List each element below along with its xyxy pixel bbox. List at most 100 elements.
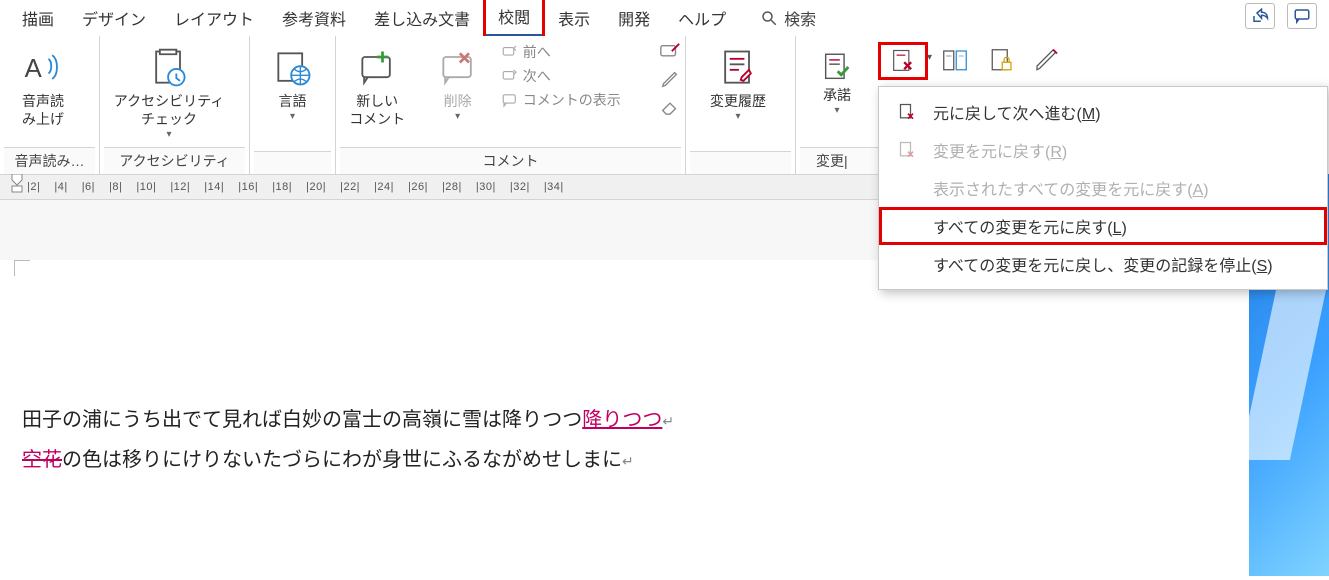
ink-icon — [1032, 46, 1062, 76]
tab-references[interactable]: 参考資料 — [268, 0, 360, 36]
menu-label: すべての変更を元に戻し、変更の記録を停止 — [933, 258, 1251, 275]
reject-next-icon — [897, 101, 919, 123]
accessibility-icon — [147, 44, 191, 92]
chevron-down-icon: ▾ — [834, 104, 839, 117]
group-label-comments: コメント — [340, 147, 681, 174]
delete-comment-button[interactable]: 削除 ▾ — [420, 40, 494, 127]
search-box[interactable]: 検索 — [760, 6, 816, 30]
reject-icon — [889, 47, 917, 75]
menu-mnemonic: R — [1050, 144, 1062, 161]
tab-help[interactable]: ヘルプ — [664, 0, 740, 36]
chevron-down-icon: ▾ — [455, 110, 460, 123]
track-changes-label: 変更履歴 — [710, 92, 766, 110]
group-label-language — [254, 151, 331, 174]
indent-marker-icon[interactable] — [10, 172, 24, 186]
menu-reject-and-next[interactable]: 元に戻して次へ進む(M) — [879, 93, 1327, 131]
ruler-tick: |18| — [272, 181, 292, 193]
ruler-tick: |32| — [510, 181, 530, 193]
document-line[interactable]: 空花の色は移りにけりないたづらにわが身世にふるながめせしまに↵ — [22, 440, 1230, 480]
new-comment-label-1: 新しい — [356, 92, 398, 110]
chevron-down-icon: ▾ — [927, 52, 932, 63]
menu-mnemonic: M — [1082, 106, 1095, 123]
compare-button[interactable] — [938, 44, 972, 78]
reject-icon — [897, 139, 919, 161]
show-comments-button[interactable]: コメントの表示 — [501, 90, 653, 110]
new-comment-label-2: コメント — [349, 110, 405, 128]
search-placeholder: 検索 — [784, 6, 816, 30]
blank-icon — [897, 253, 919, 275]
tab-design[interactable]: デザイン — [68, 0, 160, 36]
new-comment-button[interactable]: 新しい コメント — [340, 40, 414, 132]
menu-label: 元に戻して次へ進む — [933, 106, 1077, 123]
ruler-tick: |24| — [374, 181, 394, 193]
ribbon-tabs: 描画 デザイン レイアウト 参考資料 差し込み文書 校閲 表示 開発 ヘルプ 検… — [0, 0, 1329, 36]
tab-developer[interactable]: 開発 — [604, 0, 664, 36]
search-icon — [760, 9, 778, 27]
next-label: 次へ — [523, 66, 551, 86]
ruler-tick: |4| — [54, 181, 67, 193]
pen-icon[interactable] — [659, 68, 681, 90]
blank-icon — [897, 177, 919, 199]
share-button[interactable] — [1245, 3, 1275, 29]
prev-comment-button[interactable]: 前へ — [501, 42, 653, 62]
ink-button[interactable] — [1030, 44, 1064, 78]
compare-icon — [940, 46, 970, 76]
menu-reject-all[interactable]: すべての変更を元に戻す(L) — [879, 207, 1327, 245]
read-aloud-label-2: み上げ — [22, 110, 64, 128]
accessibility-label-2: チェック — [141, 110, 197, 128]
comments-pane-button[interactable] — [1287, 3, 1317, 29]
tab-review[interactable]: 校閲 — [484, 0, 544, 38]
page[interactable]: 田子の浦にうち出でて見れば白妙の富士の高嶺に雪は降りつつ降りつつ↵ 空花の色は移… — [0, 260, 1250, 580]
read-aloud-label-1: 音声読 — [22, 92, 64, 110]
chevron-down-icon: ▾ — [735, 110, 740, 123]
language-button[interactable]: 言語 ▾ — [254, 40, 331, 127]
group-label-tracking — [690, 151, 791, 174]
accept-button[interactable]: 承諾 ▾ — [806, 44, 868, 121]
tab-view[interactable]: 表示 — [544, 0, 604, 36]
show-comments-icon — [501, 91, 519, 109]
eraser-icon[interactable] — [659, 94, 681, 116]
ruler-tick: |14| — [204, 181, 224, 193]
next-comment-button[interactable]: 次へ — [501, 66, 653, 86]
menu-mnemonic: S — [1257, 258, 1268, 275]
prev-label: 前へ — [523, 42, 551, 62]
menu-reject-all-shown: 表示されたすべての変更を元に戻す(A) — [879, 169, 1327, 207]
track-changes-button[interactable]: 変更履歴 ▾ — [690, 40, 786, 127]
accessibility-check-button[interactable]: アクセシビリティ チェック ▾ — [104, 40, 234, 145]
accept-icon — [820, 48, 854, 86]
tab-mailings[interactable]: 差し込み文書 — [360, 0, 484, 36]
blank-icon — [897, 215, 919, 237]
menu-label: すべての変更を元に戻す — [933, 220, 1107, 237]
menu-reject-all-stop[interactable]: すべての変更を元に戻し、変更の記録を停止(S) — [879, 245, 1327, 283]
tab-draw[interactable]: 描画 — [8, 0, 68, 36]
ruler-tick: |34| — [544, 181, 564, 193]
protect-icon — [986, 46, 1016, 76]
menu-label: 表示されたすべての変更を元に戻す — [933, 182, 1187, 199]
menu-mnemonic: L — [1113, 220, 1122, 237]
ruler-tick: |16| — [238, 181, 258, 193]
ruler-tick: |10| — [136, 181, 156, 193]
next-icon — [501, 67, 519, 85]
menu-label: 変更を元に戻す — [933, 144, 1045, 161]
ruler-tick: |8| — [109, 181, 122, 193]
group-label-accessibility: アクセシビリティ — [104, 147, 245, 174]
prev-icon — [501, 43, 519, 61]
ruler-tick: |12| — [170, 181, 190, 193]
ink-comment-icon[interactable] — [659, 42, 681, 64]
read-aloud-button[interactable]: A 音声読 み上げ — [4, 40, 82, 132]
show-comments-label: コメントの表示 — [523, 90, 621, 110]
read-aloud-icon: A — [21, 44, 65, 92]
ruler-tick: |30| — [476, 181, 496, 193]
ruler-tick: |2| — [27, 181, 40, 193]
page-corner-icon — [14, 260, 30, 276]
text-run: 田子の浦にうち出でて見れば白妙の富士の高嶺に雪は降りつつ — [22, 409, 582, 431]
deleted-text: 空花 — [22, 449, 62, 471]
ruler-tick: |20| — [306, 181, 326, 193]
paragraph-mark-icon: ↵ — [662, 415, 674, 430]
reject-dropdown-button[interactable]: ▾ — [880, 44, 926, 78]
ruler-tick: |26| — [408, 181, 428, 193]
protect-button[interactable] — [984, 44, 1018, 78]
svg-text:A: A — [25, 55, 43, 83]
tab-layout[interactable]: レイアウト — [160, 0, 268, 36]
document-line[interactable]: 田子の浦にうち出でて見れば白妙の富士の高嶺に雪は降りつつ降りつつ↵ — [22, 400, 1230, 440]
